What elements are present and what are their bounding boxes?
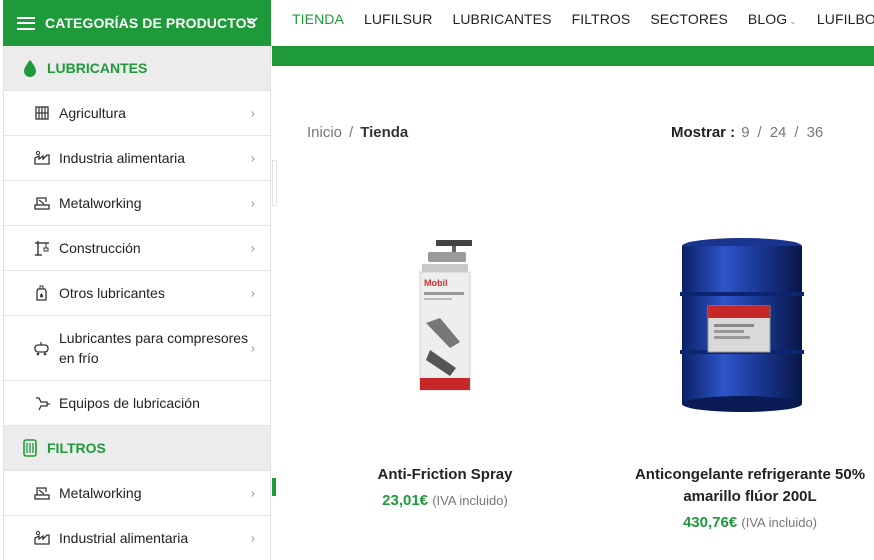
sidebar-item-label: Otros lubricantes <box>59 285 165 301</box>
sidebar-item-label: Equipos de lubricación <box>59 395 200 411</box>
nav-filtros[interactable]: FILTROS <box>572 11 631 27</box>
food-industry-icon <box>34 150 50 165</box>
compressor-icon <box>34 342 49 356</box>
categories-sidebar: LUBRICANTES Agricultura › Industria alim… <box>3 46 271 560</box>
sidebar-item-label: Metalworking <box>59 195 142 211</box>
nav-blog-label: BLOG <box>747 11 788 27</box>
per-page-option-24[interactable]: 24 <box>770 124 787 141</box>
price-amount: 23,01€ <box>382 492 429 509</box>
chevron-right-icon: › <box>250 150 255 166</box>
product-price: 23,01€ (IVA incluido) <box>335 492 555 509</box>
sidebar-item-industrial-alimentaria[interactable]: Industrial alimentaria › <box>4 516 270 560</box>
chevron-right-icon: › <box>250 240 255 256</box>
per-page-option-9[interactable]: 9 <box>741 124 749 141</box>
chevron-down-icon <box>246 17 258 25</box>
top-bar: CATEGORÍAS DE PRODUCTOS TIENDA LUFILSUR … <box>0 0 874 46</box>
sidebar-item-label: Industria alimentaria <box>59 150 186 166</box>
product-card-anticongelante[interactable]: Anticongelante refrigerante 50% amarillo… <box>620 464 874 531</box>
sidebar-item-industria-alimentaria[interactable]: Industria alimentaria › <box>4 136 270 181</box>
sidebar-item-label: Agricultura <box>59 105 126 121</box>
product-price: 430,76€ (IVA incluido) <box>620 514 874 531</box>
sidebar-item-label: Industrial alimentaria <box>59 530 189 546</box>
per-page-separator: / <box>794 124 799 141</box>
oil-can-icon <box>36 285 47 301</box>
product-name[interactable]: Anticongelante refrigerante 50% amarillo… <box>620 464 874 508</box>
nav-lufilbooks[interactable]: LUFILBOOKS <box>817 11 874 27</box>
per-page-separator: / <box>757 124 762 141</box>
food-industry-icon <box>34 530 50 545</box>
chevron-right-icon: › <box>250 195 255 211</box>
sidebar-item-equipos-lubricacion[interactable]: Equipos de lubricación <box>4 381 270 426</box>
price-amount: 430,76€ <box>682 514 738 531</box>
breadcrumb-separator: / <box>349 124 354 141</box>
sidebar-item-label: Lubricantes para compresores en frío <box>59 330 249 366</box>
sidebar-item-metalworking[interactable]: Metalworking › <box>4 181 270 226</box>
drum-barrel-image[interactable] <box>674 236 810 416</box>
chevron-right-icon: › <box>250 485 255 501</box>
divider <box>272 160 277 206</box>
filter-icon <box>23 439 37 457</box>
price-tax-note: (IVA incluido) <box>741 515 818 530</box>
sidebar-item-construccion[interactable]: Construcción › <box>4 226 270 271</box>
sidebar-item-otros-lubricantes[interactable]: Otros lubricantes › <box>4 271 270 316</box>
svg-text:Mobil: Mobil <box>424 278 448 288</box>
nav-sectores[interactable]: SECTORES <box>650 11 728 27</box>
chevron-right-icon: › <box>250 530 255 546</box>
nav-lufilsur[interactable]: LUFILSUR <box>364 11 432 27</box>
spray-can-image[interactable]: Mobil <box>410 238 474 396</box>
sidebar-item-compresores[interactable]: Lubricantes para compresores en frío › <box>4 316 270 381</box>
nav-lubricantes[interactable]: LUBRICANTES <box>452 11 551 27</box>
header-green-strip <box>272 46 874 66</box>
metalworking-icon <box>34 487 50 500</box>
sidebar-item-label: Construcción <box>59 240 141 256</box>
per-page-option-36[interactable]: 36 <box>807 124 824 141</box>
chevron-right-icon: › <box>250 340 255 356</box>
construction-icon <box>35 241 49 256</box>
section-lubricantes[interactable]: LUBRICANTES <box>4 46 270 91</box>
nav-blog[interactable]: BLOG ⌄ <box>748 11 797 27</box>
menu-icon <box>17 16 35 30</box>
product-card-anti-friction[interactable]: Anti-Friction Spray 23,01€ (IVA incluido… <box>335 464 555 509</box>
metalworking-icon <box>34 197 50 210</box>
nav-tienda[interactable]: TIENDA <box>292 11 344 27</box>
per-page-selector: Mostrar : 9 / 24 / 36 <box>671 124 823 141</box>
breadcrumb-current: Tienda <box>360 124 409 141</box>
breadcrumb: Inicio / Tienda <box>307 124 408 141</box>
chevron-right-icon: › <box>250 285 255 301</box>
drop-icon <box>24 60 36 77</box>
chevron-right-icon: › <box>250 105 255 121</box>
section-title: LUBRICANTES <box>47 60 148 76</box>
section-title: FILTROS <box>47 440 106 456</box>
main-nav: TIENDA LUFILSUR LUBRICANTES FILTROS SECT… <box>292 0 874 38</box>
chevron-down-icon: ⌄ <box>789 16 797 26</box>
product-name[interactable]: Anti-Friction Spray <box>335 464 555 486</box>
tractor-icon <box>35 106 49 120</box>
breadcrumb-home[interactable]: Inicio <box>307 124 342 141</box>
categories-toggle[interactable]: CATEGORÍAS DE PRODUCTOS <box>3 0 271 46</box>
grease-gun-icon <box>36 397 50 411</box>
categories-title: CATEGORÍAS DE PRODUCTOS <box>45 15 257 31</box>
per-page-label: Mostrar : <box>671 124 736 141</box>
price-tax-note: (IVA incluido) <box>432 493 508 508</box>
active-marker <box>272 478 276 496</box>
sidebar-item-filtros-metalworking[interactable]: Metalworking › <box>4 471 270 516</box>
sidebar-item-label: Metalworking <box>59 485 142 501</box>
section-filtros[interactable]: FILTROS <box>4 426 270 471</box>
sidebar-item-agricultura[interactable]: Agricultura › <box>4 91 270 136</box>
